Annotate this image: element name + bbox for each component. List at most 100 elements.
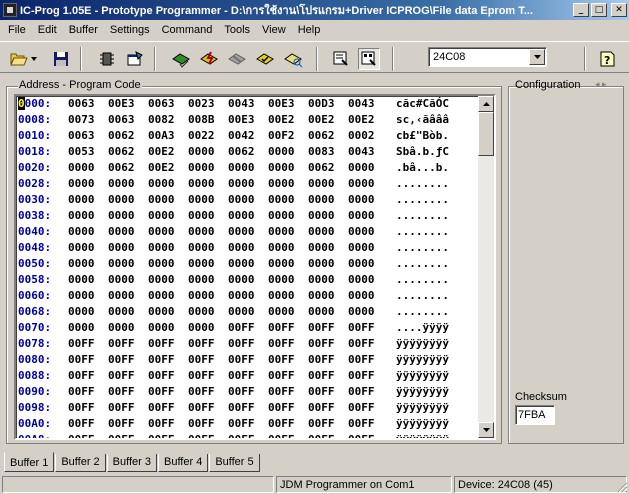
hex-word[interactable]: 0000 — [148, 256, 175, 272]
device-select[interactable]: 24C08 — [428, 47, 547, 67]
hex-word[interactable]: 00FF — [188, 432, 215, 438]
hex-word[interactable]: 0000 — [348, 208, 375, 224]
hex-word[interactable]: 0022 — [188, 128, 215, 144]
hex-word[interactable]: 00E2 — [308, 112, 335, 128]
hex-word[interactable]: 0000 — [348, 288, 375, 304]
hex-word[interactable]: 0000 — [268, 208, 295, 224]
maximize-button[interactable]: □ — [591, 3, 607, 17]
hex-word[interactable]: 00FF — [308, 352, 335, 368]
hex-word[interactable]: 00E2 — [268, 112, 295, 128]
hex-word[interactable]: 00FF — [228, 432, 255, 438]
hex-word[interactable]: 0000 — [228, 272, 255, 288]
hex-word[interactable]: 00F2 — [268, 128, 295, 144]
hex-word[interactable]: 00FF — [108, 416, 135, 432]
hex-word[interactable]: 0073 — [68, 112, 95, 128]
erase-device-button[interactable] — [226, 48, 248, 70]
hex-row[interactable]: 0058: 0000 0000 0000 0000 0000 0000 0000 0000...… — [16, 272, 478, 288]
hex-word[interactable]: 0053 — [68, 144, 95, 160]
menu-edit[interactable]: Edit — [32, 24, 63, 36]
hex-word[interactable]: 00E3 — [268, 96, 295, 112]
hex-word[interactable]: 0000 — [188, 192, 215, 208]
hex-word[interactable]: 0062 — [108, 144, 135, 160]
hex-word[interactable]: 00FF — [348, 400, 375, 416]
hex-word[interactable]: 0082 — [148, 112, 175, 128]
hex-word[interactable]: 0000 — [68, 176, 95, 192]
hex-view-button[interactable] — [358, 48, 380, 70]
hex-word[interactable]: 00FF — [308, 432, 335, 438]
tab-buffer-1[interactable]: Buffer 1 — [4, 452, 55, 472]
hex-word[interactable]: 00FF — [148, 368, 175, 384]
hex-word[interactable]: 0000 — [348, 160, 375, 176]
hex-word[interactable]: 0000 — [68, 192, 95, 208]
hex-word[interactable]: 0000 — [268, 256, 295, 272]
hex-word[interactable]: 00E2 — [348, 112, 375, 128]
hex-word[interactable]: 0000 — [188, 160, 215, 176]
hex-row[interactable]: 0040: 0000 0000 0000 0000 0000 0000 0000 0000...… — [16, 224, 478, 240]
hex-word[interactable]: 00FF — [268, 432, 295, 438]
hex-word[interactable]: 0043 — [348, 144, 375, 160]
arrow-right-icon[interactable]: ▸ — [602, 79, 607, 89]
hex-word[interactable]: 0000 — [268, 192, 295, 208]
hex-word[interactable]: 0000 — [188, 144, 215, 160]
hex-row[interactable]: 0000: 0063 00E3 0063 0023 0043 00E3 00D3 0043 cãc… — [16, 96, 478, 112]
hex-word[interactable]: 0063 — [108, 112, 135, 128]
hex-word[interactable]: 0000 — [228, 240, 255, 256]
verify-device-button[interactable] — [254, 48, 276, 70]
hex-word[interactable]: 0000 — [68, 208, 95, 224]
hex-word[interactable]: 0000 — [268, 272, 295, 288]
hex-word[interactable]: 0042 — [228, 128, 255, 144]
menu-command[interactable]: Command — [156, 24, 219, 36]
hex-word[interactable]: 0000 — [308, 224, 335, 240]
hex-word[interactable]: 00FF — [228, 352, 255, 368]
tab-buffer-5[interactable]: Buffer 5 — [209, 454, 260, 472]
hex-word[interactable]: 00FF — [228, 416, 255, 432]
hex-word[interactable]: 0000 — [228, 176, 255, 192]
hex-word[interactable]: 00FF — [68, 368, 95, 384]
hex-word[interactable]: 0000 — [188, 224, 215, 240]
hex-word[interactable]: 0000 — [308, 256, 335, 272]
hex-word[interactable]: 00E3 — [108, 96, 135, 112]
hex-word[interactable]: 00FF — [308, 400, 335, 416]
hex-word[interactable]: 0083 — [308, 144, 335, 160]
hex-word[interactable]: 0000 — [148, 304, 175, 320]
hex-word[interactable]: 00FF — [308, 384, 335, 400]
hex-word[interactable]: 00FF — [148, 352, 175, 368]
hex-word[interactable]: 0000 — [188, 320, 215, 336]
hex-word[interactable]: 0000 — [308, 272, 335, 288]
hex-word[interactable]: 00FF — [268, 336, 295, 352]
hex-word[interactable]: 0000 — [228, 208, 255, 224]
hex-word[interactable]: 00FF — [68, 384, 95, 400]
menu-view[interactable]: View — [256, 24, 292, 36]
hex-word[interactable]: 0000 — [348, 240, 375, 256]
hex-word[interactable]: 0000 — [188, 256, 215, 272]
hex-word[interactable]: 0000 — [268, 288, 295, 304]
hex-word[interactable]: 0000 — [108, 224, 135, 240]
hex-word[interactable]: 0000 — [228, 160, 255, 176]
hex-word[interactable]: 0000 — [148, 320, 175, 336]
hex-row[interactable]: 0008: 0073 0063 0082 008B 00E3 00E2 00E2 00E2 sc,… — [16, 112, 478, 128]
hex-word[interactable]: 0000 — [348, 176, 375, 192]
hex-word[interactable]: 00FF — [188, 352, 215, 368]
hex-word[interactable]: 00E2 — [148, 160, 175, 176]
hex-word[interactable]: 00FF — [148, 384, 175, 400]
save-button[interactable] — [50, 48, 72, 70]
hex-word[interactable]: 0000 — [68, 288, 95, 304]
hex-word[interactable]: 0000 — [268, 160, 295, 176]
config-button[interactable] — [124, 48, 146, 70]
title-bar[interactable]: IC-Prog 1.05E - Prototype Programmer - D… — [0, 0, 629, 20]
hex-word[interactable]: 0000 — [68, 256, 95, 272]
hex-word[interactable]: 0000 — [148, 192, 175, 208]
hex-word[interactable]: 0062 — [228, 144, 255, 160]
hex-word[interactable]: 00FF — [308, 368, 335, 384]
hex-word[interactable]: 0063 — [148, 96, 175, 112]
hex-row[interactable]: 0078: 00FF 00FF 00FF 00FF 00FF 00FF 00FF 00FF ÿÿÿ… — [16, 336, 478, 352]
hex-word[interactable]: 00FF — [68, 336, 95, 352]
hex-word[interactable]: 00FF — [348, 416, 375, 432]
hex-word[interactable]: 0000 — [308, 240, 335, 256]
hex-word[interactable]: 0000 — [228, 192, 255, 208]
hex-rows[interactable]: 0000: 0063 00E3 0063 0023 0043 00E3 00D3 0043 cãc… — [16, 96, 478, 438]
menu-settings[interactable]: Settings — [104, 24, 156, 36]
tab-buffer-4[interactable]: Buffer 4 — [157, 454, 209, 472]
hex-word[interactable]: 0000 — [348, 192, 375, 208]
hex-word[interactable]: 0000 — [348, 256, 375, 272]
